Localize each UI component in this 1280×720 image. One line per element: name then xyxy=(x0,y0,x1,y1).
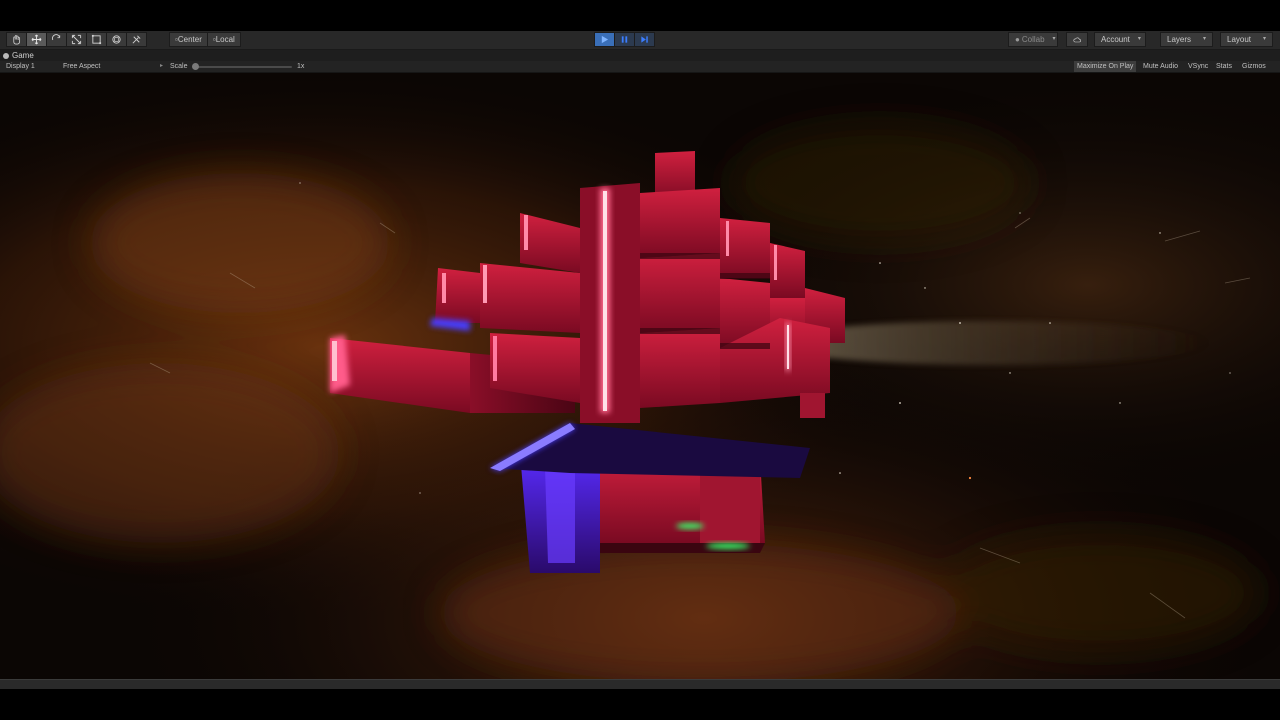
cloud-icon xyxy=(1073,37,1081,42)
thruster-glow-2 xyxy=(706,543,750,549)
aspect-caret-icon: ▸ xyxy=(160,63,164,69)
arm-mid-block xyxy=(480,263,580,333)
scale-tool-icon[interactable] xyxy=(66,32,87,47)
collab-label: Collab xyxy=(1021,35,1045,44)
scale-slider-track[interactable] xyxy=(196,66,292,68)
pivot-mode-label: Center xyxy=(177,35,202,44)
layers-dropdown[interactable]: Layers ▾ xyxy=(1160,32,1213,47)
transform-tool-icon[interactable] xyxy=(106,32,127,47)
block-r1 xyxy=(640,188,720,258)
main-toolbar: ▫Center ▫Local ● Collab ▾ Account ▾ Laye… xyxy=(0,31,1280,50)
pivot-rotation-button[interactable]: ▫Local xyxy=(206,32,241,47)
scale-value: 1x xyxy=(297,63,305,70)
account-caret-icon: ▾ xyxy=(1137,36,1141,42)
scale-label: Scale xyxy=(170,63,188,70)
pause-button[interactable] xyxy=(614,32,635,47)
tab-bar: Game xyxy=(0,50,1280,61)
pivot-rotation-label: Local xyxy=(215,35,235,44)
game-view-controls: Display 1 Free Aspect ▸ Scale 1x Maximiz… xyxy=(0,61,1280,73)
move-tool-icon[interactable] xyxy=(26,32,47,47)
scale-slider-handle[interactable] xyxy=(192,63,199,70)
display-dropdown[interactable]: Display 1 xyxy=(6,61,35,72)
layout-label: Layout xyxy=(1227,35,1252,44)
collab-caret-icon: ▾ xyxy=(1052,36,1056,42)
vsync-toggle[interactable]: VSync xyxy=(1185,61,1211,72)
step-icon xyxy=(641,36,648,43)
rect-tool-icon[interactable] xyxy=(86,32,107,47)
tab-game-label: Game xyxy=(12,51,34,60)
letterbox-bottom xyxy=(0,689,1280,720)
pivot-mode-button[interactable]: ▫Center xyxy=(169,32,208,47)
maximize-on-play-toggle[interactable]: Maximize On Play xyxy=(1074,61,1137,72)
layers-caret-icon: ▾ xyxy=(1202,36,1206,42)
space-scene xyxy=(0,73,1280,679)
mute-audio-toggle[interactable]: Mute Audio xyxy=(1140,61,1181,72)
layers-label: Layers xyxy=(1167,35,1192,44)
pivot-toggles: ▫Center ▫Local xyxy=(169,32,241,47)
cloud-button[interactable] xyxy=(1066,32,1088,47)
playmode-controls xyxy=(594,32,655,47)
game-viewport[interactable] xyxy=(0,73,1280,679)
hand-tool-icon[interactable] xyxy=(6,32,27,47)
layout-dropdown[interactable]: Layout ▾ xyxy=(1220,32,1273,47)
custom-tool-icon[interactable] xyxy=(126,32,147,47)
collab-check-icon: ● xyxy=(1015,35,1020,44)
stats-toggle[interactable]: Stats xyxy=(1213,61,1235,72)
gizmos-dropdown[interactable]: Gizmos xyxy=(1239,61,1269,72)
transform-tools xyxy=(6,32,147,47)
rotate-tool-icon[interactable] xyxy=(46,32,67,47)
collab-button[interactable]: ● Collab ▾ xyxy=(1008,32,1058,47)
aspect-dropdown[interactable]: Free Aspect xyxy=(63,61,100,72)
step-button[interactable] xyxy=(634,32,655,47)
layout-caret-icon: ▾ xyxy=(1262,36,1266,42)
account-label: Account xyxy=(1101,35,1130,44)
play-button[interactable] xyxy=(594,32,615,47)
arm-left-upper xyxy=(435,268,480,323)
letterbox-top xyxy=(0,0,1280,31)
account-dropdown[interactable]: Account ▾ xyxy=(1094,32,1146,47)
game-tab-icon xyxy=(3,52,9,59)
collab-content: ● Collab xyxy=(1015,33,1045,46)
block-r4 xyxy=(640,253,720,333)
thruster-glow-1 xyxy=(676,523,704,529)
play-icon xyxy=(601,35,609,44)
block-r8 xyxy=(640,328,720,408)
tab-game[interactable]: Game xyxy=(3,50,34,61)
pause-icon xyxy=(621,36,628,43)
